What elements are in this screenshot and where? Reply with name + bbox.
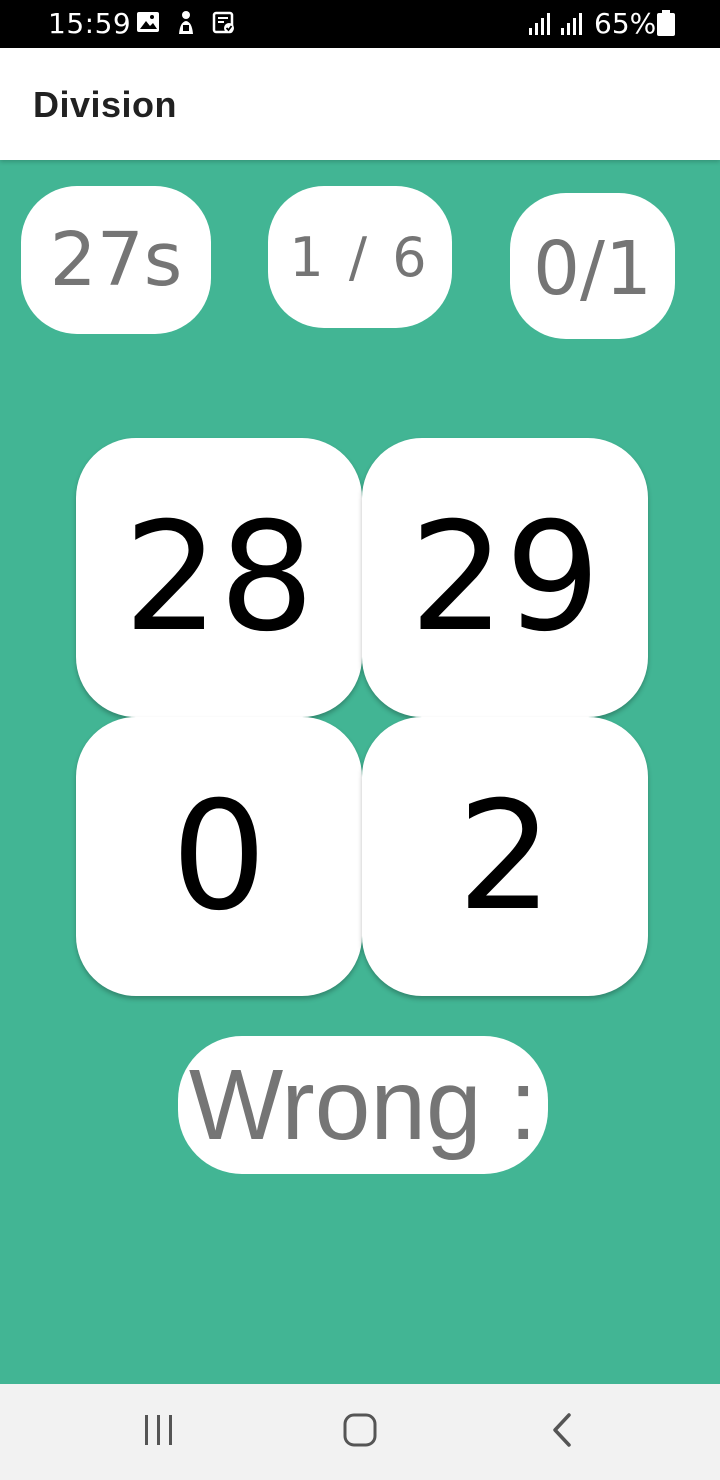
answer-option-3[interactable]: 0	[76, 717, 362, 996]
back-button[interactable]	[502, 1384, 622, 1480]
battery-icon	[657, 10, 675, 36]
signal-icon	[560, 12, 586, 36]
answer-option-4[interactable]: 2	[362, 717, 648, 996]
home-icon	[342, 1412, 378, 1453]
result-badge: Wrong :	[178, 1036, 548, 1174]
page-title: Division	[33, 84, 178, 125]
answer-option-label: 2	[457, 769, 553, 944]
timer-badge: 27s	[21, 186, 211, 334]
battery-percent: 65%	[594, 7, 657, 40]
answer-option-1[interactable]: 28	[76, 438, 362, 717]
answer-option-2[interactable]: 29	[362, 438, 648, 717]
clipboard-check-icon	[212, 10, 236, 34]
person-download-icon	[174, 10, 198, 36]
home-button[interactable]	[300, 1384, 420, 1480]
status-time: 15:59	[48, 7, 132, 40]
recents-button[interactable]	[99, 1384, 219, 1480]
answer-option-label: 28	[123, 490, 315, 665]
answer-option-label: 29	[409, 490, 601, 665]
recents-icon	[142, 1413, 176, 1452]
system-nav-bar	[0, 1384, 720, 1480]
score-badge: 0/1	[510, 193, 675, 339]
back-icon	[549, 1412, 575, 1453]
status-bar: 15:59 65%	[0, 0, 720, 48]
answer-option-label: 0	[171, 769, 267, 944]
app-bar: Division	[0, 48, 720, 160]
image-icon	[136, 10, 160, 34]
progress-badge: 1 / 6	[268, 186, 452, 328]
signal-icon	[528, 12, 554, 36]
